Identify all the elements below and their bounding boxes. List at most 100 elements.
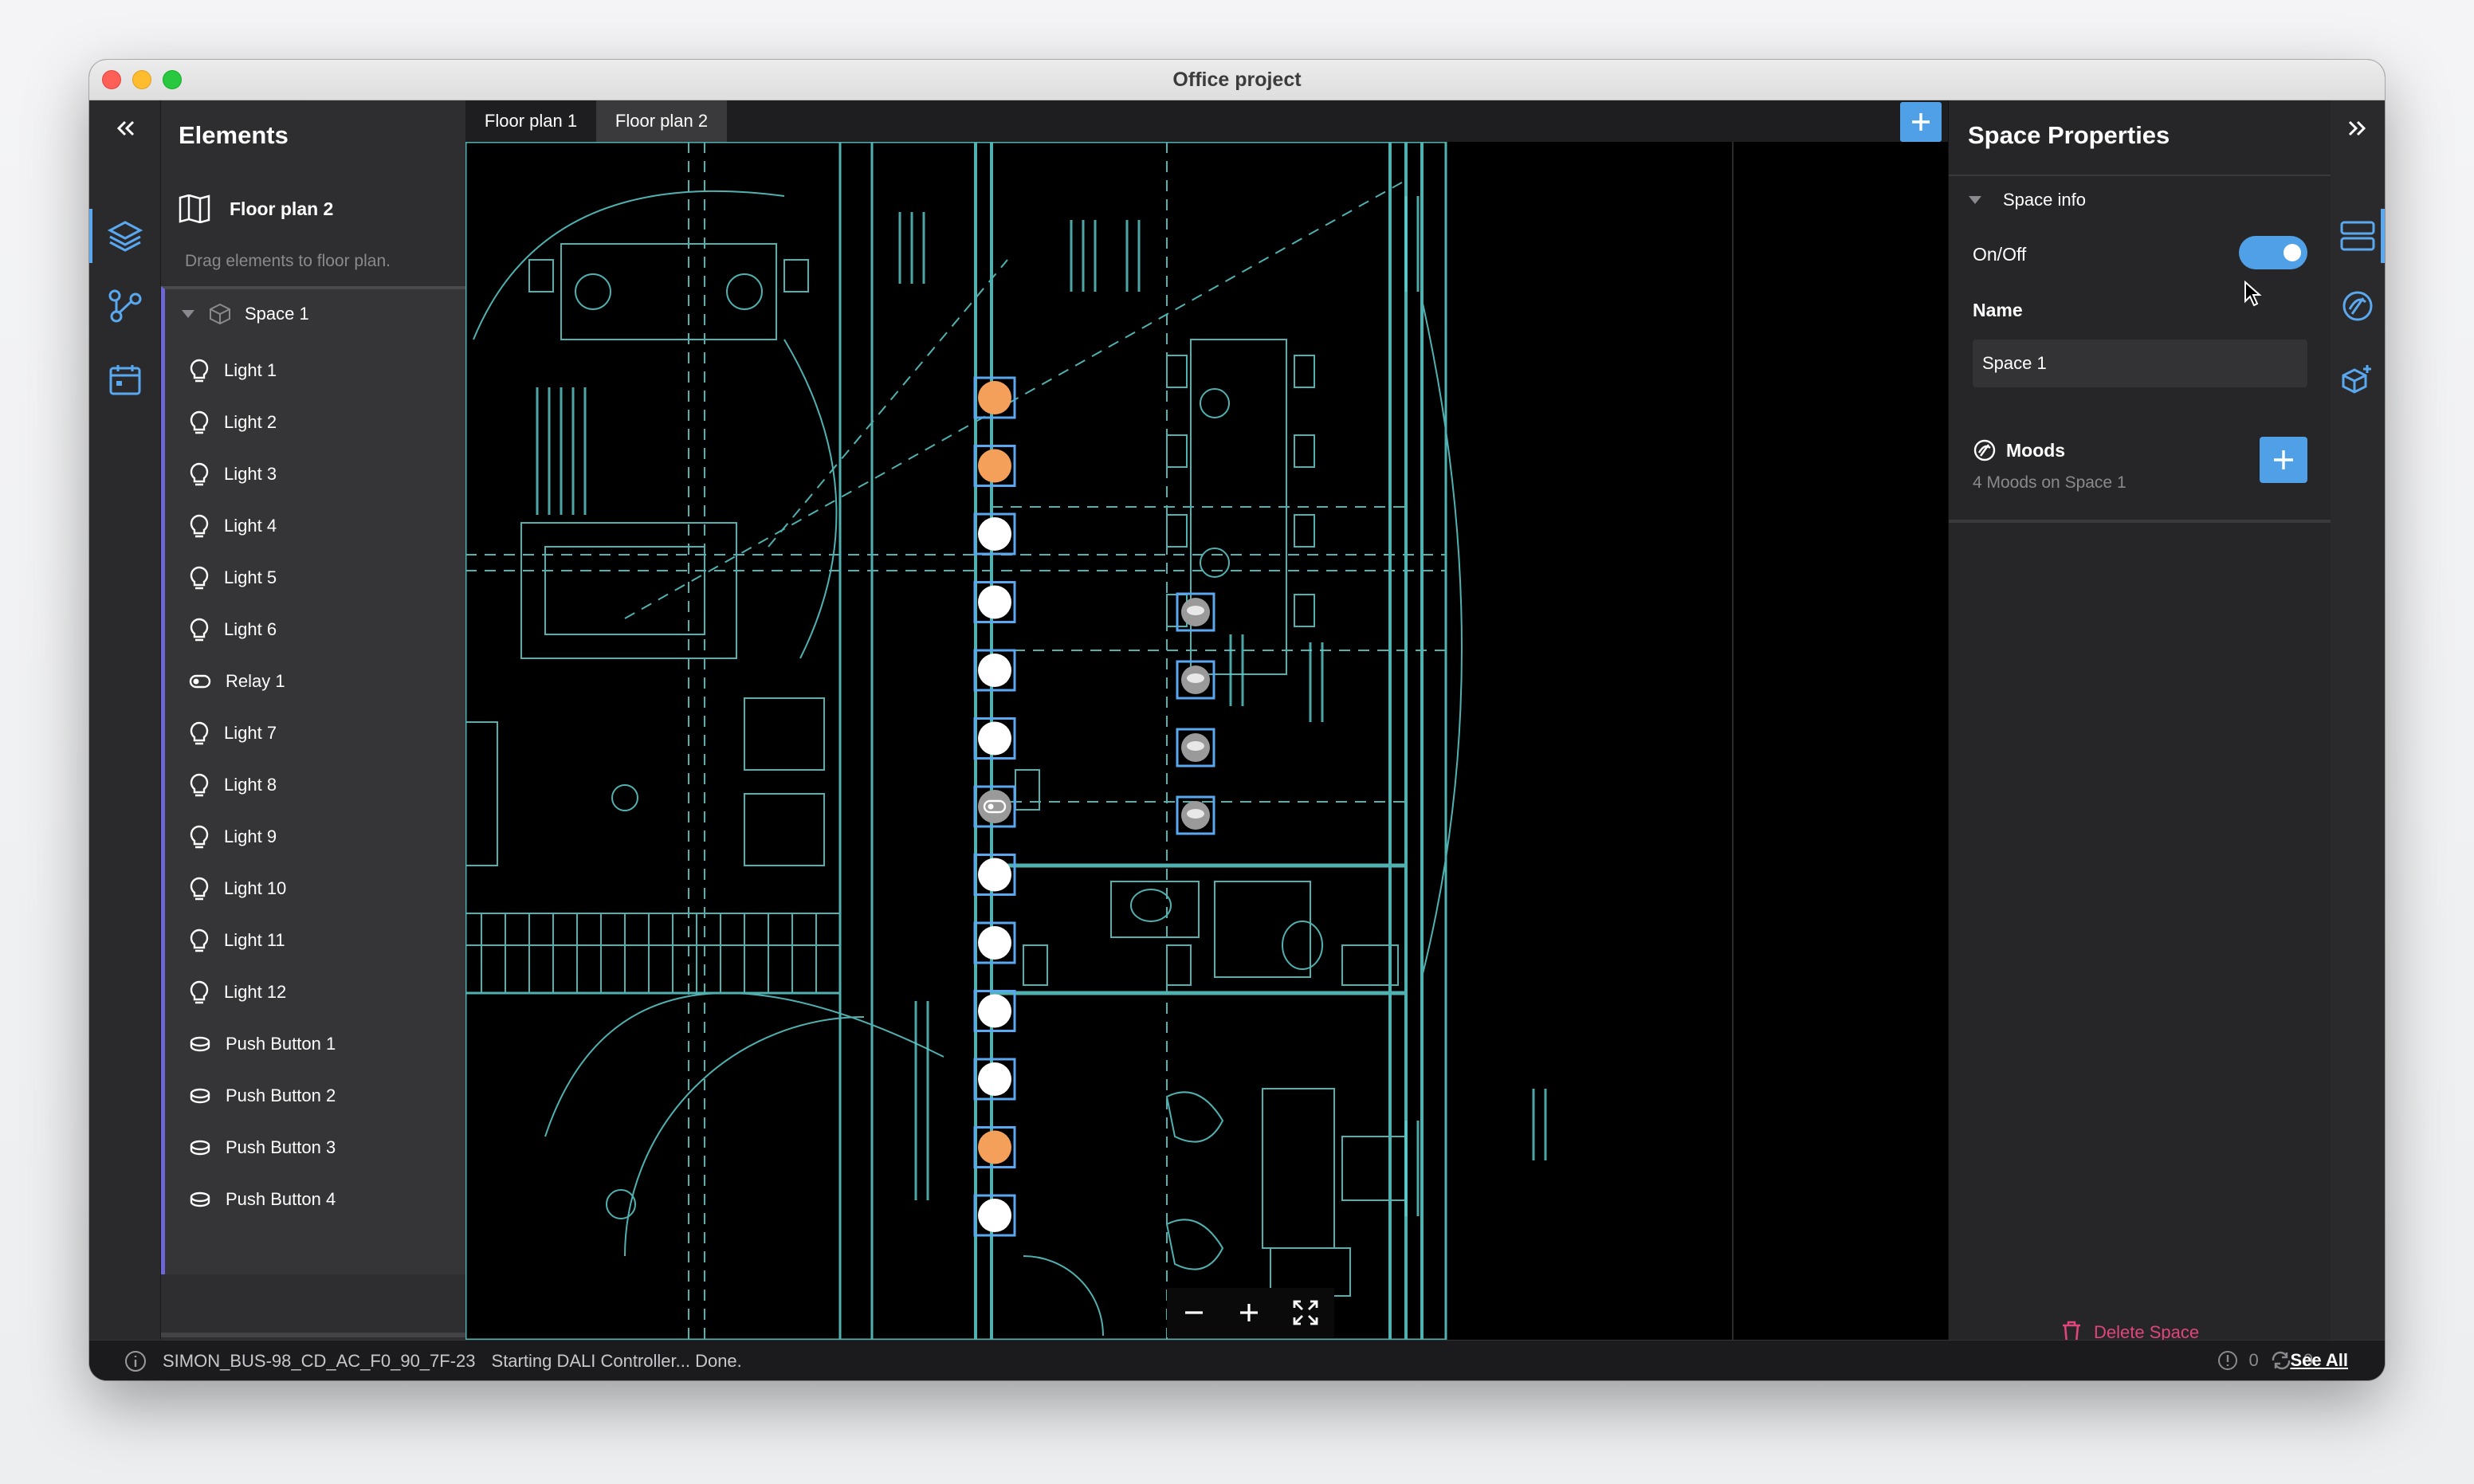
floor-plan-row[interactable]: Floor plan 2 bbox=[179, 194, 333, 223]
zoom-out-icon[interactable] bbox=[1182, 1301, 1206, 1325]
minimize-window-button[interactable] bbox=[132, 70, 151, 89]
list-item-push-button-4[interactable]: Push Button 4 bbox=[189, 1184, 336, 1215]
space-name-input[interactable] bbox=[1973, 340, 2307, 387]
relay-icon bbox=[189, 674, 211, 689]
tab-floor-plan-1[interactable]: Floor plan 1 bbox=[465, 100, 596, 142]
mouse-cursor-icon bbox=[2244, 281, 2262, 307]
moods-label: Moods bbox=[2006, 439, 2066, 461]
light-marker-9[interactable] bbox=[973, 921, 1016, 964]
light-marker-12[interactable] bbox=[973, 1126, 1016, 1168]
light-marker-2[interactable] bbox=[973, 445, 1016, 487]
rail-connections-button[interactable] bbox=[89, 274, 161, 338]
see-all-link[interactable]: See All bbox=[2290, 1350, 2348, 1371]
space-info-label: Space info bbox=[2003, 190, 2086, 210]
rail-moods-button[interactable] bbox=[2331, 274, 2385, 338]
onoff-label: On/Off bbox=[1973, 244, 2027, 265]
space-properties-panel: Space Properties Space info On/Off Name … bbox=[1948, 100, 2331, 1345]
list-item-push-button-2[interactable]: Push Button 2 bbox=[189, 1080, 336, 1112]
list-item-label: Push Button 4 bbox=[226, 1189, 336, 1209]
calendar-icon bbox=[109, 365, 141, 395]
light-marker-6[interactable] bbox=[973, 717, 1016, 760]
caret-down-icon[interactable] bbox=[181, 308, 195, 320]
list-item-light-6[interactable]: Light 6 bbox=[189, 614, 277, 646]
rail-layers-button[interactable] bbox=[89, 204, 161, 268]
light-marker-4[interactable] bbox=[973, 581, 1016, 623]
list-item-light-7[interactable]: Light 7 bbox=[189, 717, 277, 749]
list-item-light-10[interactable]: Light 10 bbox=[189, 873, 286, 905]
list-item-label: Light 7 bbox=[224, 723, 277, 743]
light-marker-3[interactable] bbox=[973, 512, 1016, 556]
zoom-in-icon[interactable] bbox=[1237, 1301, 1261, 1325]
rail-calendar-button[interactable] bbox=[89, 347, 161, 411]
plus-icon bbox=[2274, 450, 2293, 469]
moods-icon bbox=[1973, 439, 1996, 461]
bulb-icon bbox=[190, 721, 209, 745]
list-item-label: Light 8 bbox=[224, 775, 277, 795]
status-left: SIMON_BUS-98_CD_AC_F0_90_7F-23 Starting … bbox=[124, 1350, 742, 1372]
push-button-icon bbox=[190, 1140, 210, 1156]
list-item-push-button-3[interactable]: Push Button 3 bbox=[189, 1132, 336, 1164]
list-item-light-1[interactable]: Light 1 bbox=[189, 355, 277, 387]
list-item-label: Light 5 bbox=[224, 567, 277, 587]
onoff-toggle[interactable] bbox=[2239, 236, 2307, 269]
bulb-icon bbox=[190, 359, 209, 383]
left-rail bbox=[89, 100, 161, 1340]
list-item-light-11[interactable]: Light 11 bbox=[189, 925, 285, 956]
add-floor-plan-button[interactable] bbox=[1900, 102, 1942, 142]
plus-icon bbox=[1912, 113, 1930, 131]
window-title: Office project bbox=[1172, 68, 1302, 91]
expand-panel-button[interactable] bbox=[2331, 100, 2385, 156]
list-item-label: Light 3 bbox=[224, 464, 277, 484]
zoom-controls bbox=[1167, 1288, 1334, 1337]
list-item-light-8[interactable]: Light 8 bbox=[189, 769, 277, 801]
list-item-push-button-1[interactable]: Push Button 1 bbox=[189, 1028, 336, 1060]
fit-screen-icon[interactable] bbox=[1292, 1299, 1319, 1326]
space-info-section-header[interactable]: Space info bbox=[1968, 190, 2086, 210]
space-row[interactable]: Space 1 bbox=[181, 302, 309, 326]
light-marker-1[interactable] bbox=[973, 376, 1016, 419]
list-item-light-12[interactable]: Light 12 bbox=[189, 976, 286, 1008]
list-item-light-2[interactable]: Light 2 bbox=[189, 406, 277, 438]
elements-list: Space 1 Light 1 Light 2 Light 3 Light 4 … bbox=[161, 286, 465, 1274]
rail-properties-button[interactable] bbox=[2331, 204, 2385, 268]
bulb-icon bbox=[190, 928, 209, 952]
collapse-panel-button[interactable] bbox=[89, 100, 161, 156]
list-item-light-5[interactable]: Light 5 bbox=[189, 562, 277, 594]
add-mood-button[interactable] bbox=[2260, 437, 2307, 483]
elements-panel: Elements Floor plan 2 Drag elements to f… bbox=[161, 100, 465, 1375]
light-marker-8[interactable] bbox=[973, 854, 1016, 896]
zoom-window-button[interactable] bbox=[163, 70, 182, 89]
push-button-icon bbox=[190, 1192, 210, 1207]
properties-icon bbox=[2340, 221, 2375, 251]
light-marker-10[interactable] bbox=[973, 990, 1016, 1032]
light-marker-11[interactable] bbox=[973, 1058, 1016, 1101]
light-marker-5[interactable] bbox=[973, 649, 1016, 692]
list-item-light-4[interactable]: Light 4 bbox=[189, 510, 277, 542]
title-bar: Office project bbox=[89, 60, 2385, 100]
list-item-label: Light 6 bbox=[224, 619, 277, 639]
drag-hint: Drag elements to floor plan. bbox=[185, 252, 391, 270]
push-button-icon bbox=[190, 1088, 210, 1104]
light-marker-13[interactable] bbox=[973, 1194, 1016, 1237]
list-item-label: Push Button 2 bbox=[226, 1086, 336, 1105]
rail-devices-button[interactable] bbox=[2331, 347, 2385, 411]
list-item-label: Push Button 1 bbox=[226, 1034, 336, 1054]
status-bar: SIMON_BUS-98_CD_AC_F0_90_7F-23 Starting … bbox=[89, 1340, 2385, 1380]
list-item-light-3[interactable]: Light 3 bbox=[189, 458, 277, 490]
close-window-button[interactable] bbox=[102, 70, 121, 89]
list-item-label: Light 11 bbox=[224, 930, 285, 950]
elements-title: Elements bbox=[179, 121, 289, 149]
list-item-label: Light 12 bbox=[224, 982, 287, 1002]
list-item-relay-1[interactable]: Relay 1 bbox=[189, 665, 285, 697]
bulb-icon bbox=[190, 462, 209, 486]
light-marker-7[interactable] bbox=[973, 785, 1016, 828]
list-item-light-9[interactable]: Light 9 bbox=[189, 821, 277, 853]
push-button-icon bbox=[190, 1036, 210, 1052]
floor-plan-canvas[interactable]: Floor plan 1 Floor plan 2 bbox=[465, 100, 1948, 1340]
info-icon[interactable] bbox=[124, 1350, 147, 1372]
cube-icon bbox=[210, 303, 230, 325]
bulb-icon bbox=[190, 410, 209, 434]
floor-plan-drawing[interactable] bbox=[465, 100, 1948, 1340]
tab-floor-plan-2[interactable]: Floor plan 2 bbox=[596, 100, 727, 142]
panel-scrollbar[interactable] bbox=[161, 1333, 465, 1337]
